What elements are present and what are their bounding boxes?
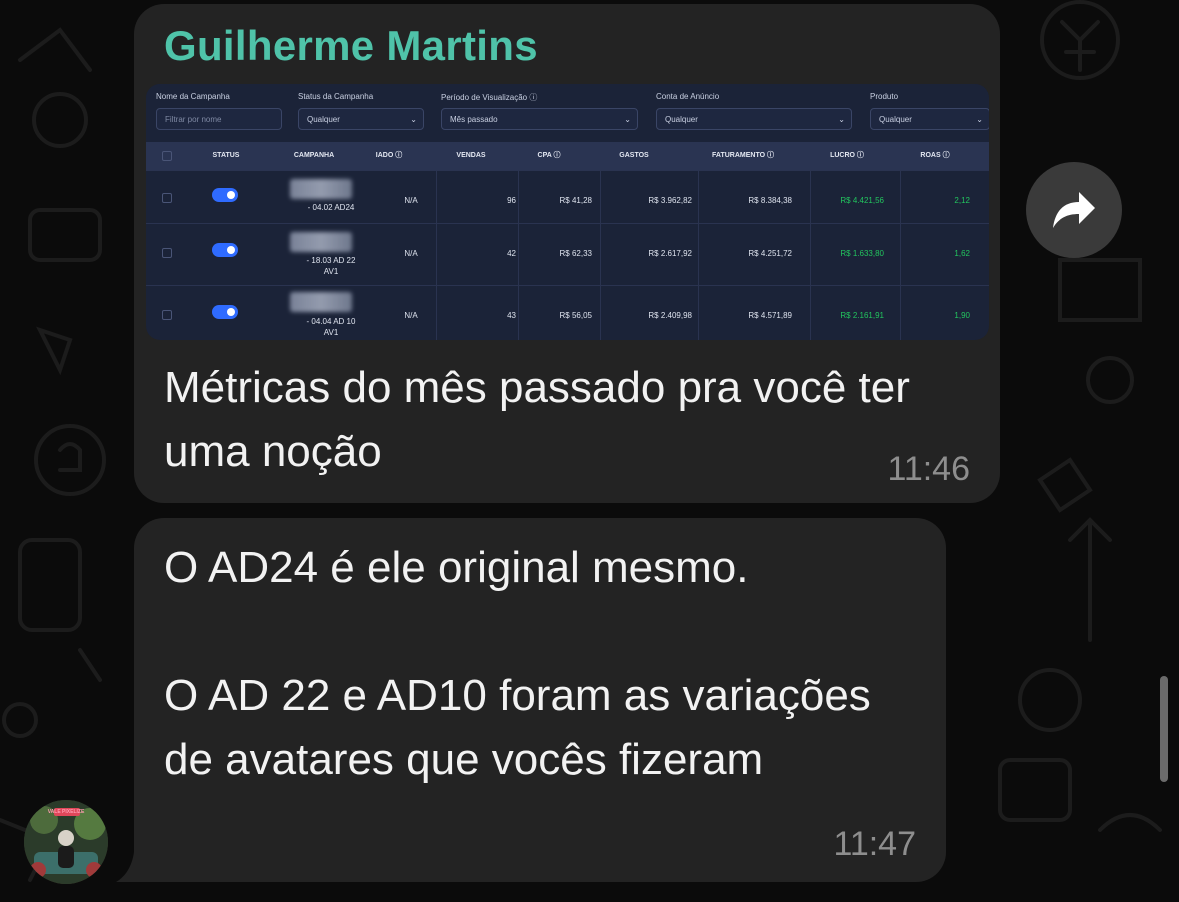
campaign-line: AV1 — [323, 267, 339, 276]
col-ado: IADO ⓘ — [375, 152, 403, 159]
redacted-campaign-name — [290, 179, 352, 199]
row-checkbox — [162, 310, 172, 320]
message-bubble-1[interactable]: Guilherme Martins Nome da Campanha Filtr… — [134, 4, 1000, 503]
col-roas: ROAS ⓘ — [920, 152, 950, 159]
chevron-down-icon: ⌄ — [410, 115, 417, 124]
cell-revenue: R$ 4.251,72 — [748, 249, 792, 258]
chevron-down-icon: ⌄ — [838, 115, 845, 124]
status-toggle — [212, 188, 238, 202]
col-cpa: CPA ⓘ — [537, 152, 561, 159]
filter-label: Nome da Campanha — [156, 92, 230, 101]
col-status: STATUS — [212, 152, 240, 159]
row-checkbox — [162, 193, 172, 203]
cell-sales: 96 — [507, 196, 516, 205]
table-header: STATUS CAMPANHA IADO ⓘ VENDAS CPA ⓘ GAST… — [146, 142, 989, 170]
chevron-down-icon: ⌄ — [624, 115, 631, 124]
scrollbar-thumb[interactable] — [1160, 676, 1168, 782]
cell-spend: R$ 2.617,92 — [648, 249, 692, 258]
cell-roas: 1,62 — [954, 249, 970, 258]
filter-value: Qualquer — [665, 115, 698, 124]
cell-cpa: R$ 62,33 — [559, 249, 592, 258]
filter-value: Qualquer — [307, 115, 340, 124]
message-line: O AD24 é ele original mesmo. — [164, 543, 749, 592]
filter-label: Período de Visualização ⓘ — [441, 93, 538, 102]
filter-campaign-name: Nome da Campanha Filtrar por nome — [156, 92, 282, 130]
campaign-line: - 04.02 AD24 — [307, 203, 355, 212]
message-bubble-2[interactable]: O AD24 é ele original mesmo. O AD 22 e A… — [134, 518, 946, 882]
filter-view-period: Período de Visualização ⓘ Mês passado ⌄ — [441, 92, 638, 130]
col-profit: LUCRO ⓘ — [830, 152, 864, 159]
cell-profit: R$ 1.633,80 — [840, 249, 884, 258]
forward-button[interactable] — [1026, 162, 1122, 258]
bubble-tail — [116, 852, 152, 882]
filter-label: Produto — [870, 92, 899, 101]
cell-ado: N/A — [404, 311, 418, 320]
col-sales: VENDAS — [456, 152, 486, 159]
cell-profit: R$ 4.421,56 — [840, 196, 884, 205]
filter-input: Filtrar por nome — [156, 108, 282, 130]
row-checkbox — [162, 248, 172, 258]
message-timestamp: 11:47 — [833, 825, 916, 863]
filter-value: Mês passado — [450, 115, 498, 124]
filter-product: Produto Qualquer ⌄ — [870, 92, 989, 130]
campaign-line: - 04.04 AD 10 — [306, 317, 356, 326]
filter-label: Status da Campanha — [298, 92, 374, 101]
avatar-caption: VALE PIXELIZE — [47, 809, 85, 815]
redacted-campaign-name — [290, 292, 352, 312]
cell-profit: R$ 2.161,91 — [840, 311, 884, 320]
forward-arrow-icon — [1053, 192, 1095, 228]
campaign-line: AV1 — [323, 328, 339, 337]
cell-ado: N/A — [404, 249, 418, 258]
cell-sales: 42 — [507, 249, 516, 258]
filter-select: Qualquer ⌄ — [870, 108, 989, 130]
cell-revenue: R$ 8.384,38 — [748, 196, 792, 205]
sender-avatar[interactable]: VALE PIXELIZE — [24, 800, 108, 884]
cell-cpa: R$ 41,28 — [559, 196, 592, 205]
cell-revenue: R$ 4.571,89 — [748, 311, 792, 320]
table-row: - 04.02 AD24 N/A 96 R$ 41,28 R$ 3.962,82… — [146, 170, 989, 231]
sender-name[interactable]: Guilherme Martins — [164, 22, 538, 70]
redacted-campaign-name — [290, 232, 352, 252]
cell-ado: N/A — [404, 196, 418, 205]
campaign-name: - 04.04 AD 10 AV1 — [286, 316, 376, 338]
cell-sales: 43 — [507, 311, 516, 320]
filter-select: Qualquer ⌄ — [656, 108, 852, 130]
col-revenue: FATURAMENTO ⓘ — [712, 152, 774, 159]
cell-spend: R$ 2.409,98 — [648, 311, 692, 320]
cell-roas: 2,12 — [954, 196, 970, 205]
campaign-name: - 04.02 AD24 — [286, 202, 376, 213]
cell-spend: R$ 3.962,82 — [648, 196, 692, 205]
status-toggle — [212, 305, 238, 319]
dashboard-filters: Nome da Campanha Filtrar por nome Status… — [146, 84, 989, 142]
status-toggle — [212, 243, 238, 257]
filter-label: Conta de Anúncio — [656, 92, 720, 101]
filter-value: Qualquer — [879, 115, 912, 124]
message-line: O AD 22 e AD10 foram as variações de ava… — [164, 671, 871, 784]
cell-roas: 1,90 — [954, 311, 970, 320]
col-spend: GASTOS — [619, 152, 649, 159]
table-row: - 04.04 AD 10 AV1 N/A 43 R$ 56,05 R$ 2.4… — [146, 285, 989, 340]
filter-select: Qualquer ⌄ — [298, 108, 424, 130]
campaign-name: - 18.03 AD 22 AV1 — [286, 255, 376, 277]
message-timestamp: 11:46 — [887, 450, 970, 488]
chevron-down-icon: ⌄ — [976, 115, 983, 124]
col-campaign: CAMPANHA — [293, 152, 335, 159]
campaign-line: - 18.03 AD 22 — [306, 256, 356, 265]
filter-ad-account: Conta de Anúncio Qualquer ⌄ — [656, 92, 852, 130]
dashboard-image[interactable]: Nome da Campanha Filtrar por nome Status… — [146, 84, 989, 340]
message-text: Métricas do mês passado pra você ter uma… — [164, 363, 910, 476]
filter-select: Mês passado ⌄ — [441, 108, 638, 130]
table-row: - 18.03 AD 22 AV1 N/A 42 R$ 62,33 R$ 2.6… — [146, 223, 989, 286]
filter-campaign-status: Status da Campanha Qualquer ⌄ — [298, 92, 424, 130]
cell-cpa: R$ 56,05 — [559, 311, 592, 320]
select-all-checkbox — [162, 151, 172, 161]
message-text: O AD24 é ele original mesmo. O AD 22 e A… — [164, 536, 924, 792]
